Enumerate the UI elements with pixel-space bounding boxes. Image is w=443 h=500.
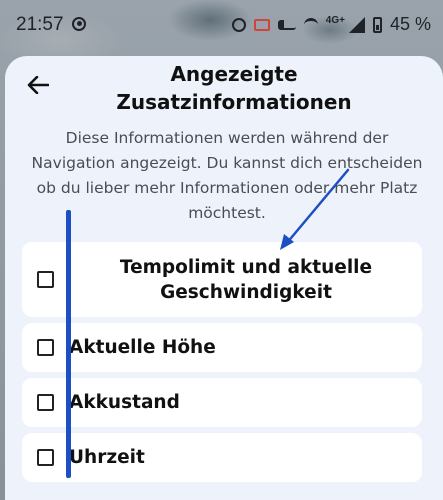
data-saver-icon [71, 17, 86, 31]
options-list: Tempolimit und aktuelle Geschwindigkeit … [22, 242, 422, 482]
checkbox[interactable] [37, 449, 54, 466]
battery-icon [372, 16, 382, 33]
status-bar: 21:57 4G+ 45 % [0, 0, 443, 56]
key-icon [277, 19, 296, 30]
battery-percent: 45 % [389, 14, 431, 34]
signal-icon [348, 16, 365, 33]
cast-icon [253, 18, 270, 31]
checkbox[interactable] [37, 339, 54, 356]
arrow-left-icon [27, 76, 49, 94]
status-icons: 4G+ 45 % [231, 14, 431, 35]
page-title: Angezeigte Zusatzinformationen [116, 62, 352, 114]
annotation-line [66, 210, 71, 478]
checkbox[interactable] [37, 271, 54, 288]
checkbox[interactable] [37, 394, 54, 411]
network-type: 4G+ [325, 15, 345, 26]
option-label: Uhrzeit [69, 447, 145, 468]
back-button[interactable] [23, 70, 53, 100]
option-label: Aktuelle Höhe [69, 337, 216, 358]
option-time[interactable]: Uhrzeit [22, 433, 422, 482]
wifi-off-icon [303, 17, 318, 32]
description-text: Diese Informationen werden während der N… [31, 129, 423, 222]
option-label: Akkustand [69, 392, 180, 413]
option-altitude[interactable]: Aktuelle Höhe [22, 323, 422, 372]
option-battery[interactable]: Akkustand [22, 378, 422, 427]
status-time: 21:57 [16, 14, 64, 35]
option-speed-limit[interactable]: Tempolimit und aktuelle Geschwindigkeit [22, 242, 422, 317]
option-label: Tempolimit und aktuelle Geschwindigkeit [119, 256, 373, 303]
alarm-icon [231, 17, 246, 32]
